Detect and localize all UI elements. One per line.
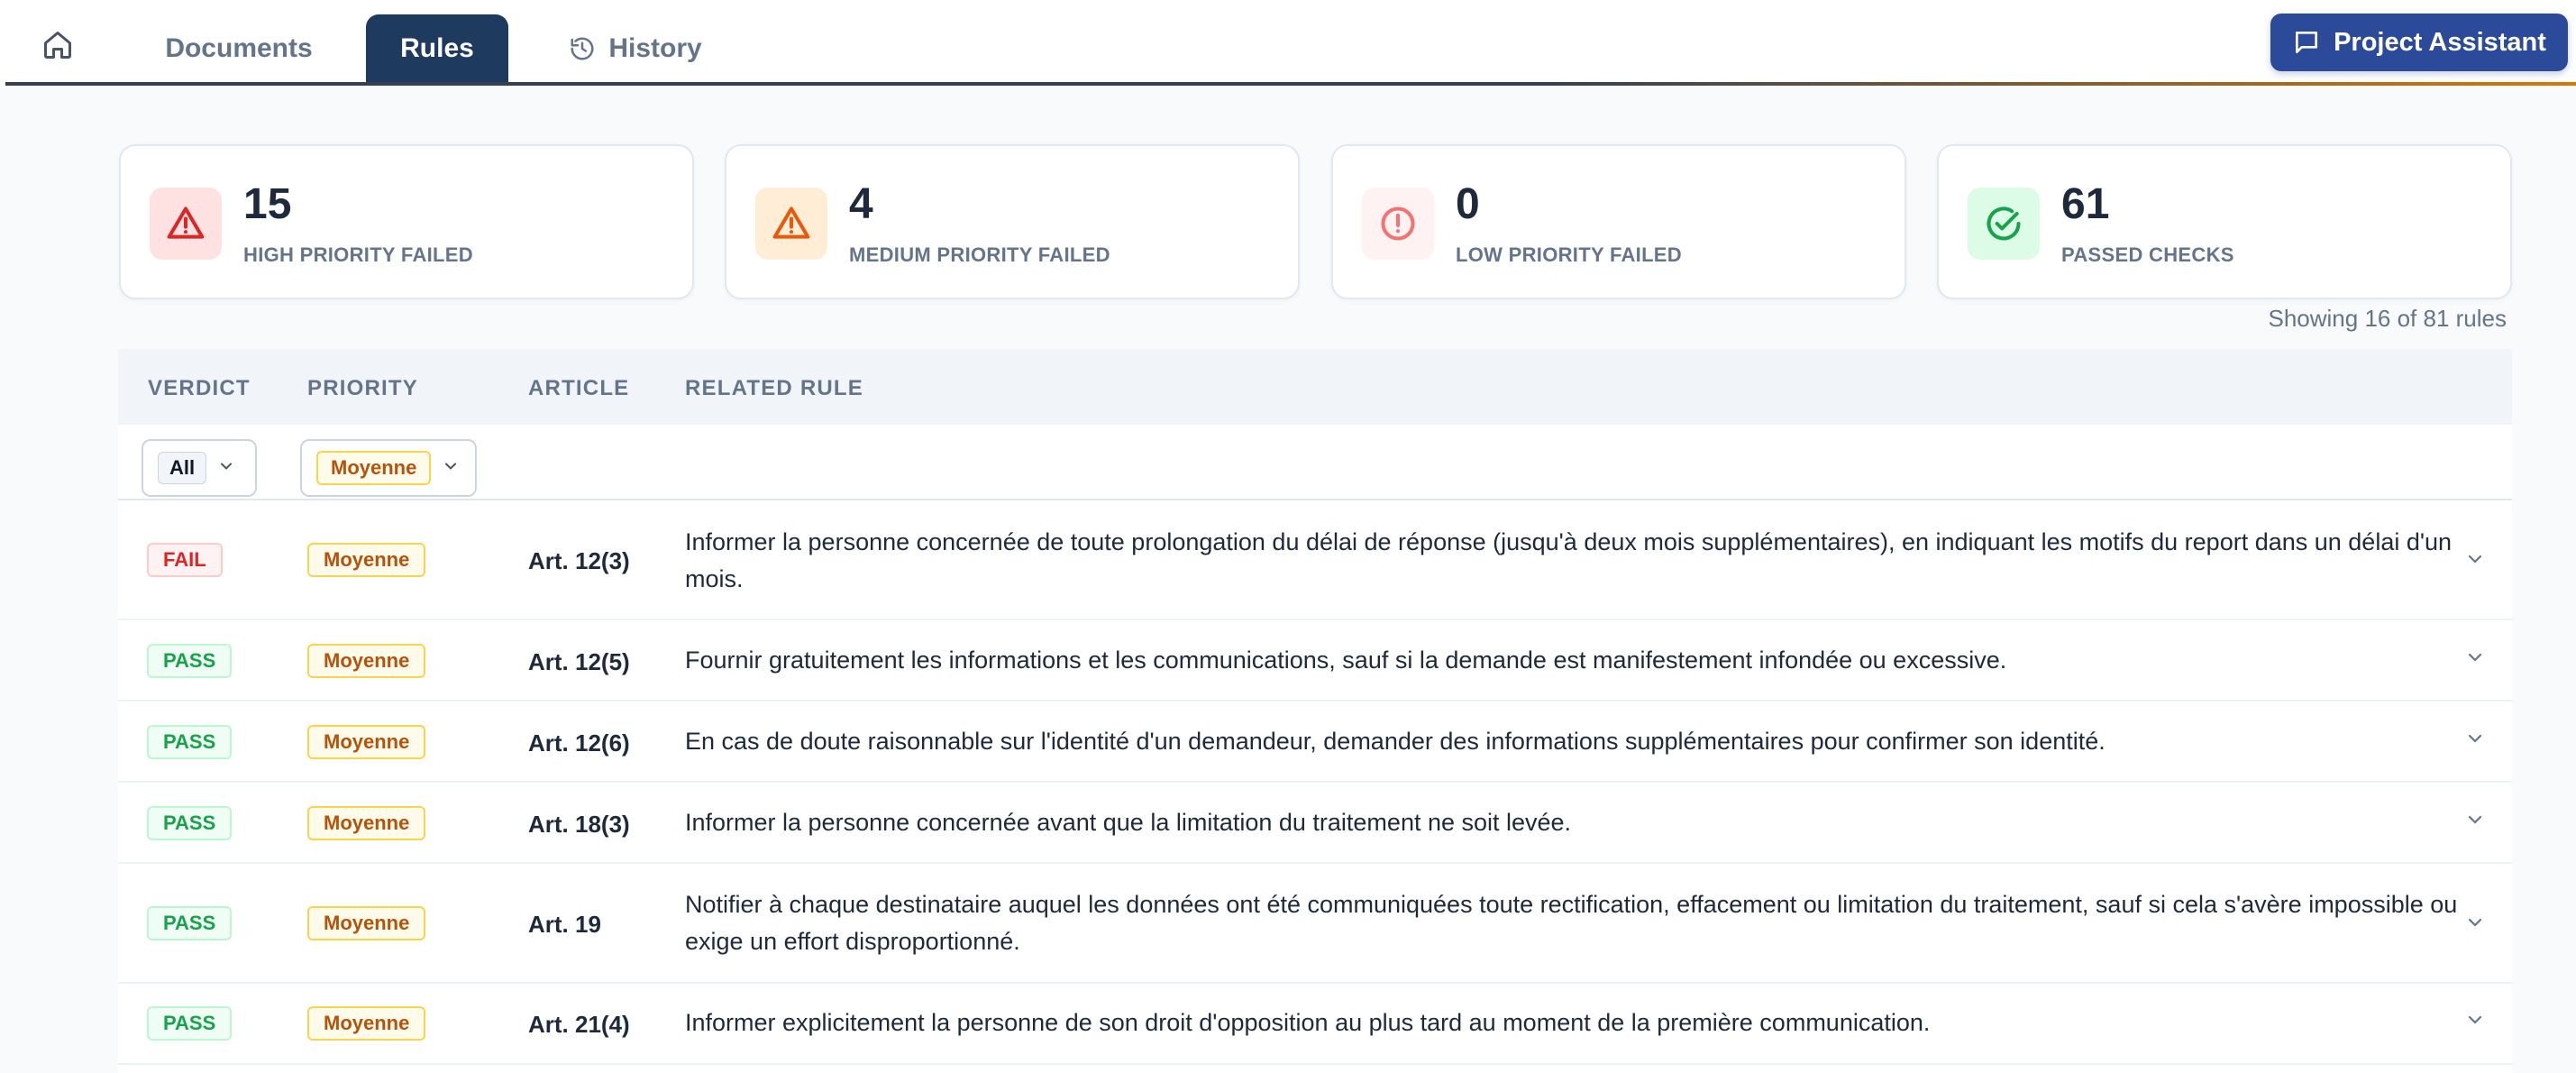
- table-header: VERDICT PRIORITY ARTICLE RELATED RULE: [118, 349, 2512, 425]
- chat-icon: [2292, 28, 2321, 57]
- tab-rules[interactable]: Rules: [366, 14, 508, 83]
- verdict-badge: PASS: [147, 906, 233, 940]
- header-verdict: VERDICT: [148, 376, 251, 400]
- verdict-filter-select[interactable]: All: [142, 439, 257, 497]
- verdict-filter-value: All: [158, 452, 207, 484]
- article-ref: Art. 12(3): [528, 547, 630, 574]
- priority-badge: Moyenne: [307, 806, 426, 840]
- rule-text: Informer explicitement la personne de so…: [685, 1009, 1931, 1036]
- chevron-down-icon[interactable]: [2462, 644, 2489, 671]
- stat-count: 0: [1456, 180, 1480, 228]
- stat-count: 4: [849, 180, 873, 228]
- tab-history[interactable]: History: [559, 14, 712, 83]
- verdict-badge: FAIL: [147, 543, 223, 577]
- rules-count-text: Showing 16 of 81 rules: [2268, 305, 2507, 332]
- verdict-badge: PASS: [147, 806, 233, 840]
- header-article: ARTICLE: [528, 376, 630, 400]
- stat-label: PASSED CHECKS: [2061, 243, 2234, 266]
- stat-card-medium-failed: 4 MEDIUM PRIORITY FAILED: [725, 144, 1300, 299]
- article-ref: Art. 21(4): [528, 1011, 630, 1038]
- stat-card-passed: 61 PASSED CHECKS: [1937, 144, 2512, 299]
- table-row[interactable]: PASS Moyenne Art. 12(6) En cas de doute …: [118, 702, 2512, 783]
- top-nav-bar: Documents Rules History Project Assistan…: [0, 0, 2576, 86]
- priority-filter-value: Moyenne: [316, 451, 432, 485]
- check-circle-icon: [1968, 188, 2040, 260]
- rule-text: En cas de doute raisonnable sur l'identi…: [685, 728, 2106, 755]
- history-icon: [569, 35, 596, 62]
- rule-text: Notifier à chaque destinataire auquel le…: [685, 891, 2458, 955]
- verdict-badge: PASS: [147, 644, 233, 678]
- home-icon: [41, 29, 74, 66]
- project-assistant-button[interactable]: Project Assistant: [2270, 14, 2568, 71]
- priority-badge: Moyenne: [307, 644, 426, 678]
- chevron-down-icon[interactable]: [2462, 806, 2489, 833]
- home-button[interactable]: [36, 27, 79, 67]
- priority-badge: Moyenne: [307, 543, 426, 577]
- stat-label: MEDIUM PRIORITY FAILED: [849, 243, 1110, 266]
- rule-text: Informer la personne concernée de toute …: [685, 528, 2453, 592]
- article-ref: Art. 12(5): [528, 648, 630, 675]
- header-priority: PRIORITY: [307, 376, 418, 400]
- rule-text: Fournir gratuitement les informations et…: [685, 647, 2007, 674]
- stat-count: 15: [243, 180, 292, 228]
- warning-triangle-icon: [150, 188, 222, 260]
- chevron-down-icon: [442, 457, 460, 480]
- rule-text: Informer la personne concernée avant que…: [685, 809, 1572, 836]
- verdict-badge: PASS: [147, 1006, 233, 1041]
- project-assistant-label: Project Assistant: [2334, 27, 2546, 57]
- priority-filter-select[interactable]: Moyenne: [300, 439, 477, 497]
- stat-count: 61: [2061, 180, 2110, 228]
- chevron-down-icon[interactable]: [2462, 1006, 2489, 1033]
- article-ref: Art. 18(3): [528, 811, 630, 838]
- article-ref: Art. 12(6): [528, 729, 630, 757]
- nav-divider: [5, 82, 2576, 86]
- chevron-down-icon[interactable]: [2462, 546, 2489, 573]
- header-related-rule: RELATED RULE: [685, 376, 863, 400]
- stat-label: HIGH PRIORITY FAILED: [243, 243, 473, 266]
- priority-badge: Moyenne: [307, 725, 426, 759]
- chevron-down-icon[interactable]: [2462, 909, 2489, 936]
- stat-label: LOW PRIORITY FAILED: [1456, 243, 1682, 266]
- tab-documents[interactable]: Documents: [144, 14, 333, 83]
- alert-circle-icon: [1362, 188, 1434, 260]
- warning-triangle-icon: [755, 188, 827, 260]
- stat-card-low-failed: 0 LOW PRIORITY FAILED: [1331, 144, 1906, 299]
- chevron-down-icon: [217, 457, 235, 480]
- priority-badge: Moyenne: [307, 1006, 426, 1041]
- filter-row: All Moyenne: [118, 425, 2512, 500]
- table-row[interactable]: PASS Moyenne Art. 21(4) Informer explici…: [118, 984, 2512, 1065]
- chevron-down-icon[interactable]: [2462, 725, 2489, 752]
- table-row[interactable]: PASS Moyenne Art. 18(3) Informer la pers…: [118, 783, 2512, 864]
- table-row[interactable]: PASS Moyenne Art. 12(5) Fournir gratuite…: [118, 620, 2512, 702]
- priority-badge: Moyenne: [307, 906, 426, 940]
- article-ref: Art. 19: [528, 911, 601, 938]
- rules-table: VERDICT PRIORITY ARTICLE RELATED RULE Al…: [118, 349, 2512, 1073]
- table-row[interactable]: FAIL Moyenne Art. 12(3) Informer la pers…: [118, 500, 2512, 620]
- tab-history-label: History: [608, 33, 702, 63]
- verdict-badge: PASS: [147, 725, 233, 759]
- table-row[interactable]: PASS Moyenne Art. 19 Notifier à chaque d…: [118, 864, 2512, 984]
- stat-card-high-failed: 15 HIGH PRIORITY FAILED: [119, 144, 694, 299]
